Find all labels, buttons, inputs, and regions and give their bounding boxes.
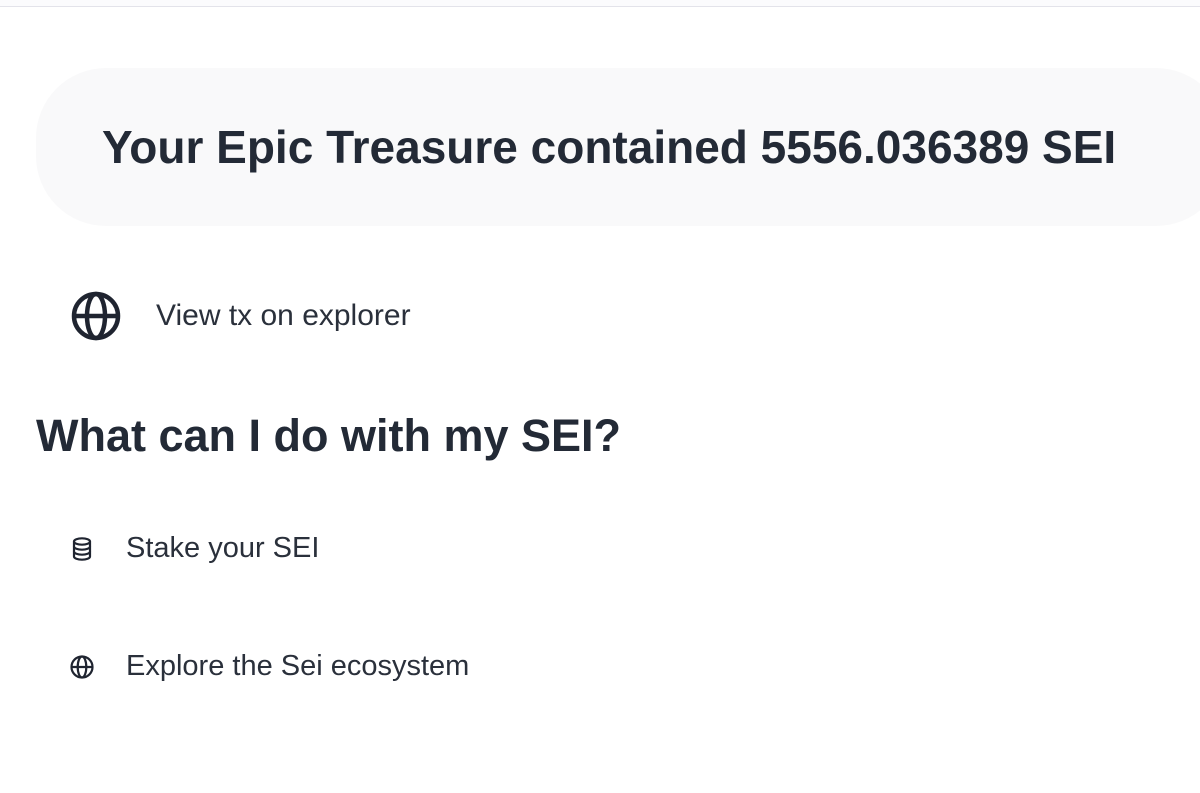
globe-icon	[71, 291, 121, 341]
treasure-result-banner: Your Epic Treasure contained 5556.036389…	[36, 68, 1200, 226]
globe-icon	[70, 654, 94, 679]
stake-sei-link[interactable]: Stake your SEI	[69, 532, 319, 565]
view-tx-label: View tx on explorer	[156, 299, 411, 332]
top-divider	[0, 0, 1200, 7]
stake-sei-label: Stake your SEI	[126, 532, 320, 564]
view-tx-explorer-link[interactable]: View tx on explorer	[70, 290, 411, 342]
database-icon	[72, 536, 92, 561]
section-heading: What can I do with my SEI?	[36, 410, 622, 461]
treasure-result-title: Your Epic Treasure contained 5556.036389…	[102, 121, 1117, 173]
explore-ecosystem-link[interactable]: Explore the Sei ecosystem	[69, 650, 469, 683]
explore-ecosystem-label: Explore the Sei ecosystem	[126, 650, 470, 682]
